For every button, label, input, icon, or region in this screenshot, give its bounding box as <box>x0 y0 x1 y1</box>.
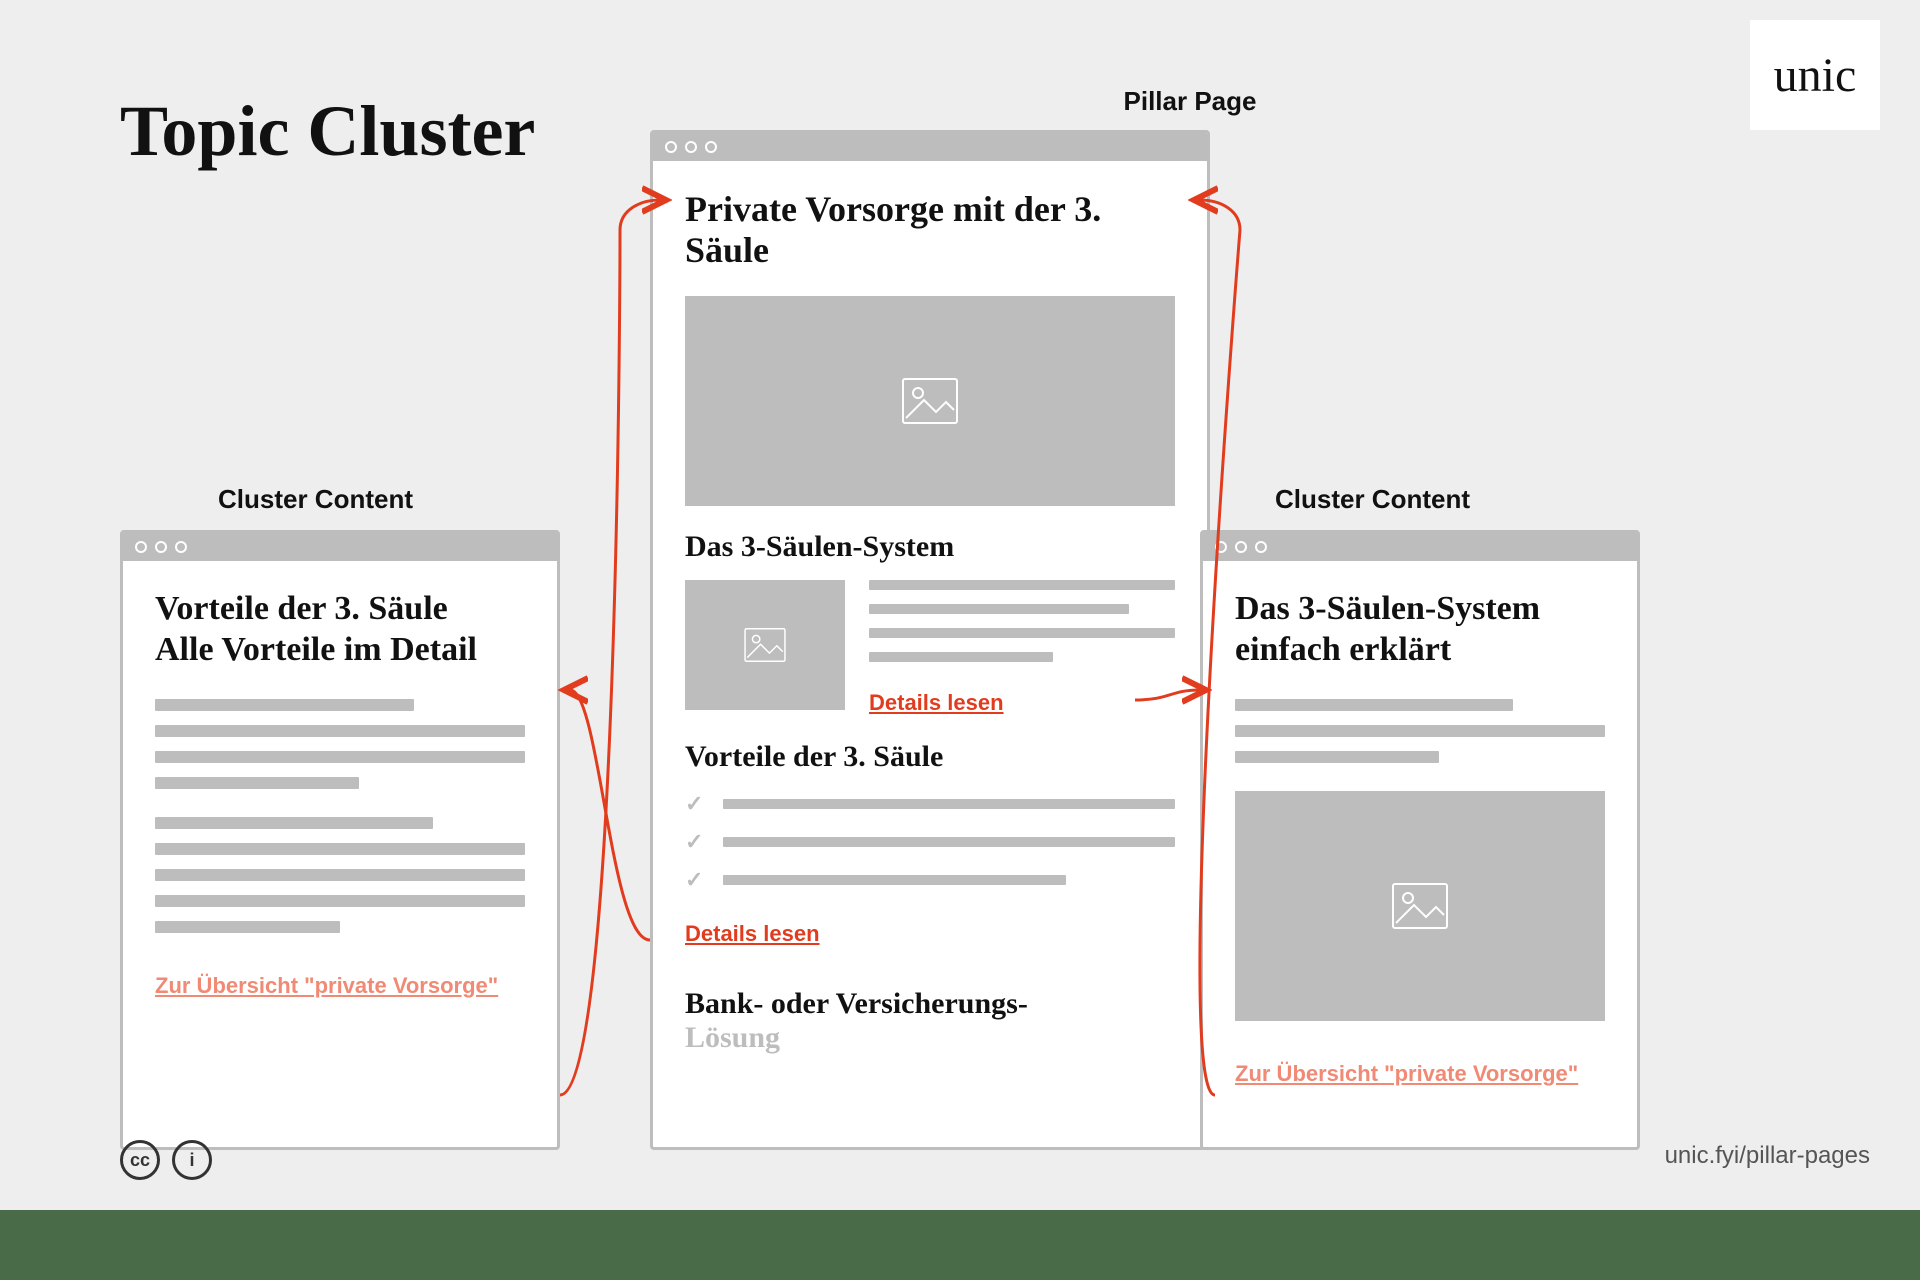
cluster-left-title-l2: Alle Vorteile im Detail <box>155 631 477 668</box>
cluster-right-label: Cluster Content <box>1275 484 1470 515</box>
window-dot-icon <box>135 541 147 553</box>
pillar-section2-title: Vorteile der 3. Säule <box>685 740 1175 775</box>
check-icon: ✓ <box>685 867 709 893</box>
text-line-placeholder <box>155 699 414 711</box>
window-dot-icon <box>175 541 187 553</box>
check-icon: ✓ <box>685 791 709 817</box>
text-line-placeholder <box>155 869 525 881</box>
section3-line1: Bank- oder Versicherungs- <box>685 987 1028 1020</box>
text-line-placeholder <box>1235 725 1605 737</box>
text-line-placeholder <box>723 837 1175 847</box>
window-dot-icon <box>1235 541 1247 553</box>
text-line-placeholder <box>723 875 1066 885</box>
image-placeholder-icon <box>1235 791 1605 1021</box>
text-line-placeholder <box>155 777 359 789</box>
text-line-placeholder <box>869 628 1175 638</box>
text-line-placeholder <box>1235 751 1439 763</box>
back-to-overview-link[interactable]: Zur Übersicht "private Vorsorge" <box>155 973 498 998</box>
pillar-page-window: Private Vorsorge mit der 3. Säule Das 3-… <box>650 130 1210 1150</box>
pillar-section3-title: Bank- oder Versicherungs- Lösung <box>685 987 1175 1056</box>
window-dot-icon <box>155 541 167 553</box>
cluster-right-title-l1: Das 3-Säulen-System <box>1235 590 1540 627</box>
window-dot-icon <box>665 141 677 153</box>
cluster-left-title: Vorteile der 3. Säule Alle Vorteile im D… <box>155 589 525 671</box>
window-dot-icon <box>1255 541 1267 553</box>
cluster-right-title: Das 3-Säulen-System einfach erklärt <box>1235 589 1605 671</box>
cluster-right-window: Das 3-Säulen-System einfach erklärt Zur … <box>1200 530 1640 1150</box>
cluster-left-window: Vorteile der 3. Säule Alle Vorteile im D… <box>120 530 560 1150</box>
text-line-placeholder <box>155 843 525 855</box>
window-dot-icon <box>1215 541 1227 553</box>
brand-logo: unic <box>1750 20 1880 130</box>
footer-bar <box>0 1210 1920 1280</box>
attribution-icon: i <box>172 1140 212 1180</box>
details-link[interactable]: Details lesen <box>685 921 820 946</box>
pillar-section1-title: Das 3-Säulen-System <box>685 530 1175 565</box>
image-placeholder-icon <box>685 580 845 710</box>
cluster-right-title-l2: einfach erklärt <box>1235 631 1451 668</box>
pillar-title: Private Vorsorge mit der 3. Säule <box>685 189 1175 272</box>
text-line-placeholder <box>869 580 1175 590</box>
text-line-placeholder <box>155 817 433 829</box>
text-line-placeholder <box>869 652 1053 662</box>
text-line-placeholder <box>155 895 525 907</box>
page-title: Topic Cluster <box>120 90 535 173</box>
text-line-placeholder <box>869 604 1129 614</box>
license-badges: cc i <box>120 1140 212 1180</box>
details-link[interactable]: Details lesen <box>869 690 1004 715</box>
text-line-placeholder <box>155 725 525 737</box>
window-chrome <box>1203 533 1637 561</box>
cluster-left-label: Cluster Content <box>218 484 413 515</box>
window-dot-icon <box>685 141 697 153</box>
window-dot-icon <box>705 141 717 153</box>
text-line-placeholder <box>155 921 340 933</box>
back-to-overview-link[interactable]: Zur Übersicht "private Vorsorge" <box>1235 1061 1578 1086</box>
check-icon: ✓ <box>685 829 709 855</box>
text-line-placeholder <box>723 799 1175 809</box>
cluster-left-title-l1: Vorteile der 3. Säule <box>155 590 448 627</box>
text-line-placeholder <box>155 751 525 763</box>
footer-url: unic.fyi/pillar-pages <box>1665 1142 1870 1170</box>
cc-icon: cc <box>120 1140 160 1180</box>
window-chrome <box>653 133 1207 161</box>
window-chrome <box>123 533 557 561</box>
text-line-placeholder <box>1235 699 1513 711</box>
section3-line2: Lösung <box>685 1021 780 1054</box>
image-placeholder-icon <box>685 296 1175 506</box>
